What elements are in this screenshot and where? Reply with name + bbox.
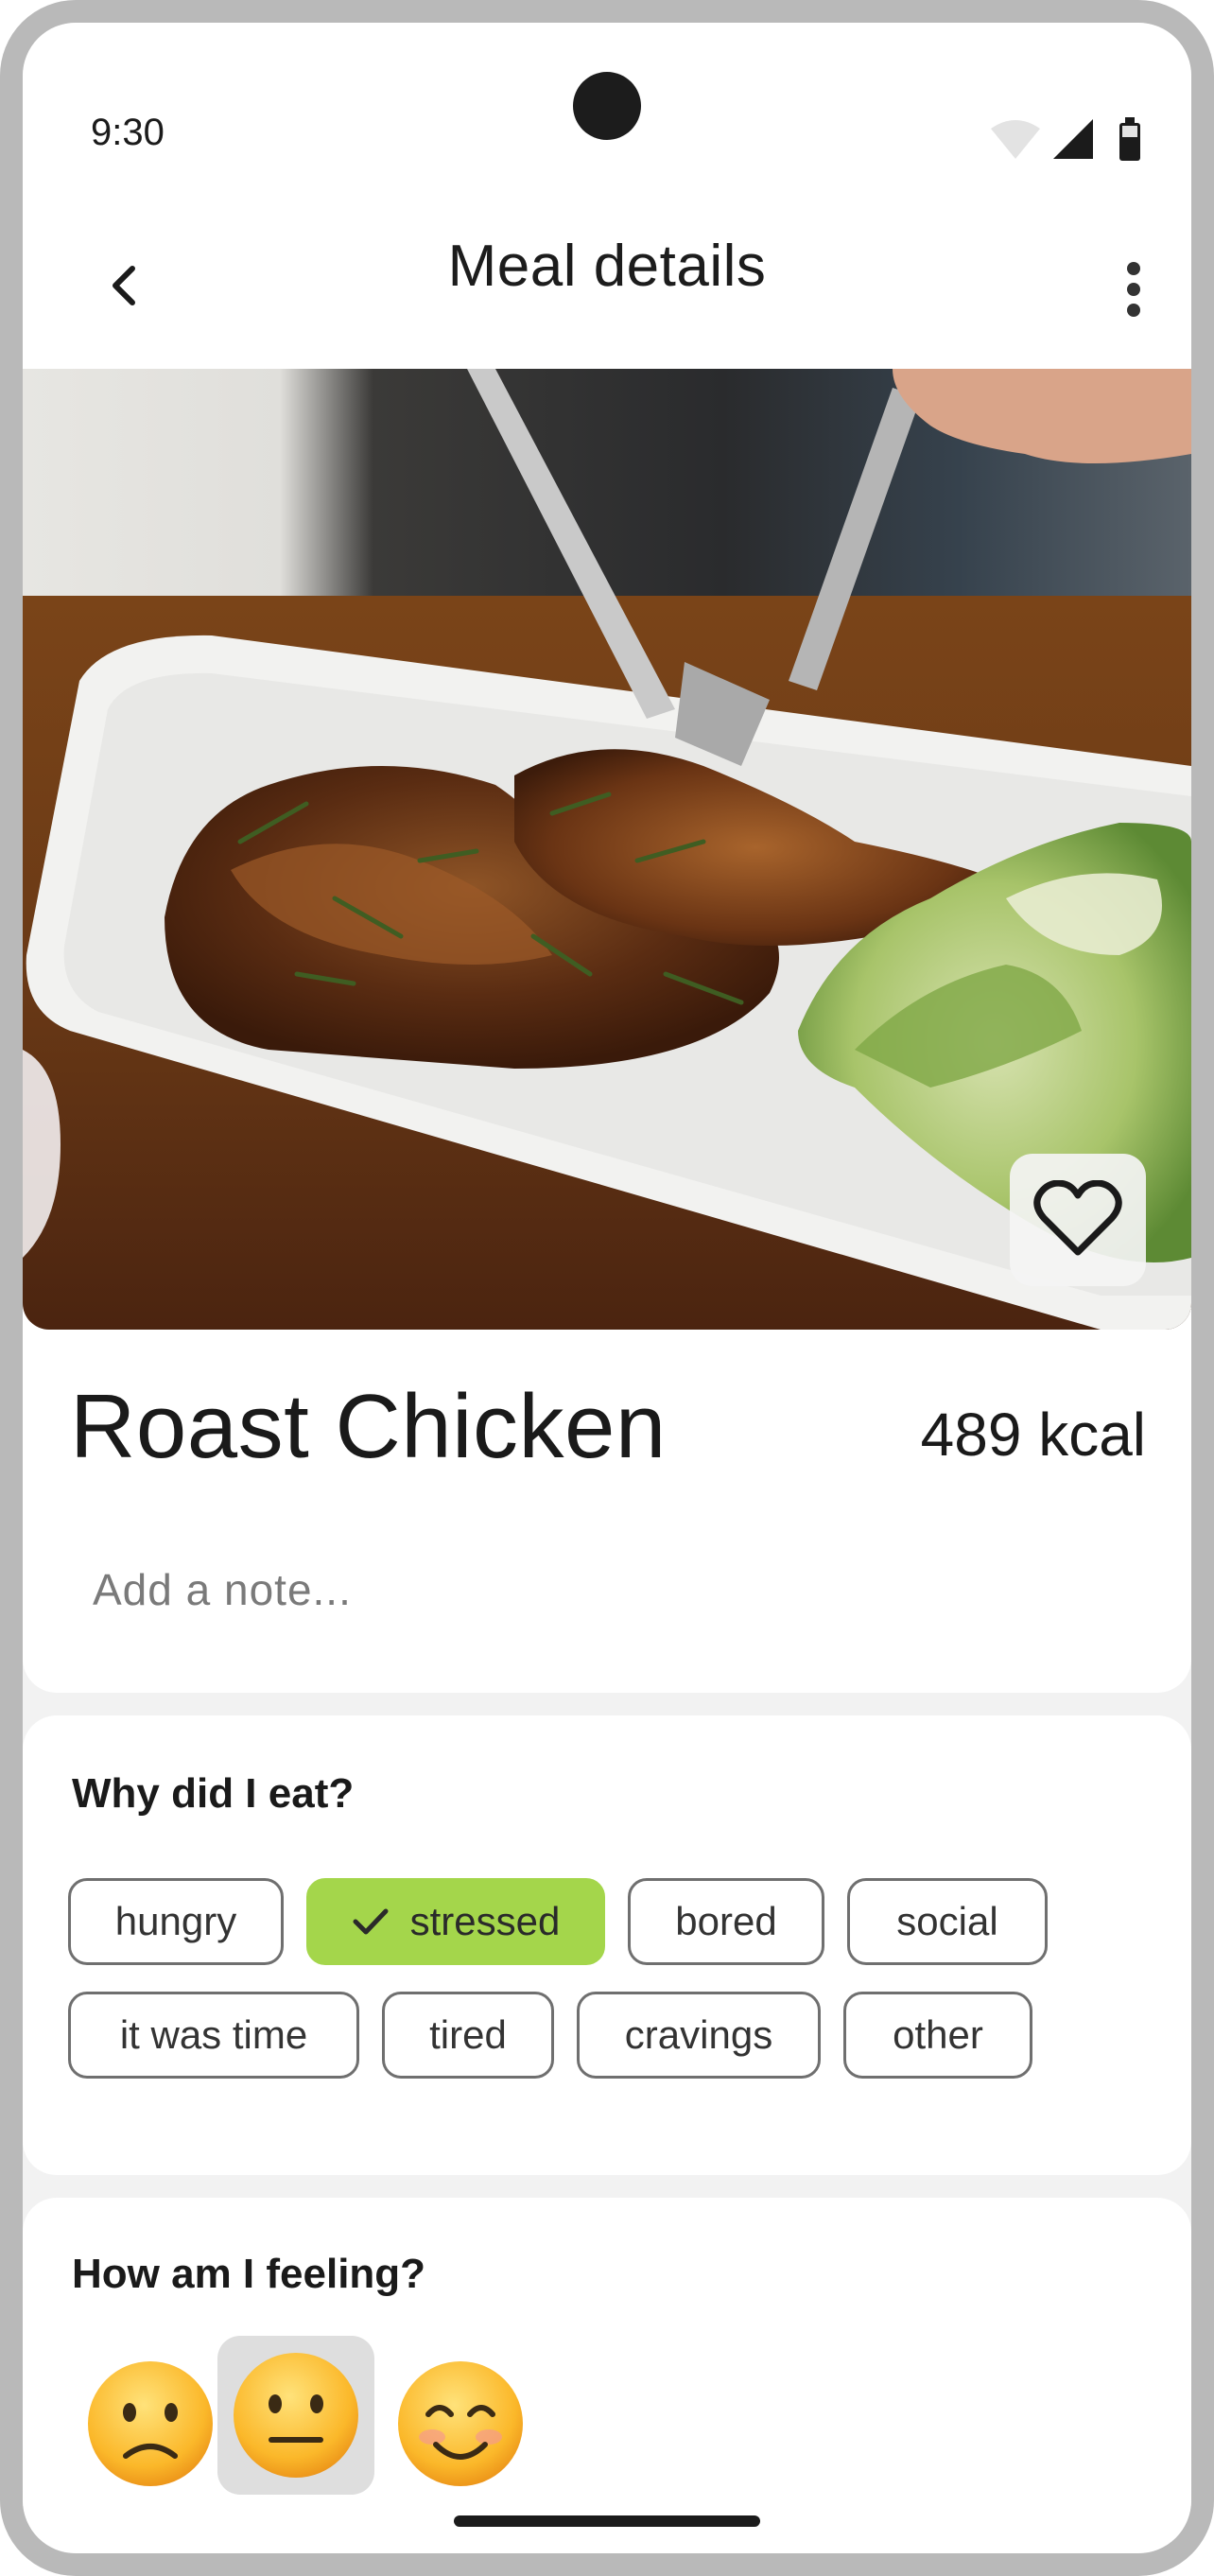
- status-icons: [991, 117, 1140, 161]
- wifi-icon: [991, 120, 1040, 159]
- battery-icon: [1119, 117, 1140, 161]
- chip-bored[interactable]: bored: [628, 1878, 824, 1965]
- status-bar: 9:30: [23, 23, 1191, 202]
- chip-label: tired: [429, 2012, 507, 2057]
- why-did-i-eat-card: Why did I eat? hungry stressed bored soc…: [23, 1715, 1191, 2175]
- status-time: 9:30: [91, 112, 165, 153]
- phone-frame: 9:30 Meal details Roast Chicken 489 kcal…: [0, 0, 1214, 2576]
- chip-label: it was time: [119, 2012, 308, 2057]
- more-vertical-icon: [1127, 262, 1140, 317]
- check-icon: [352, 1906, 390, 1937]
- smiling-face-icon: [398, 2361, 523, 2486]
- chip-label: hungry: [114, 1899, 237, 1943]
- why-section-title: Why did I eat?: [72, 1770, 355, 1817]
- mood-option-neutral[interactable]: [217, 2336, 374, 2495]
- favorite-button[interactable]: [1010, 1154, 1146, 1286]
- mood-option-sad[interactable]: [72, 2345, 229, 2502]
- chip-social[interactable]: social: [847, 1878, 1048, 1965]
- app-bar: Meal details: [23, 202, 1191, 369]
- chip-tired[interactable]: tired: [382, 1992, 554, 2079]
- note-input[interactable]: [91, 1551, 1125, 1628]
- chip-label: bored: [675, 1899, 777, 1943]
- mood-option-happy[interactable]: [382, 2345, 539, 2502]
- neutral-face-icon: [234, 2353, 358, 2478]
- how-am-i-feeling-card: How am I feeling?: [23, 2198, 1191, 2553]
- chip-label: cravings: [624, 2012, 773, 2057]
- slightly-frowning-face-icon: [88, 2361, 213, 2486]
- chip-it-was-time[interactable]: it was time: [68, 1992, 359, 2079]
- screen: 9:30 Meal details Roast Chicken 489 kcal…: [23, 23, 1191, 2553]
- front-camera: [573, 72, 641, 140]
- meal-name: Roast Chicken: [70, 1376, 667, 1477]
- chip-other[interactable]: other: [843, 1992, 1032, 2079]
- chip-label: other: [893, 2012, 983, 2057]
- meal-calories: 489 kcal: [920, 1401, 1146, 1469]
- chip-hungry[interactable]: hungry: [68, 1878, 284, 1965]
- feeling-section-title: How am I feeling?: [72, 2251, 426, 2297]
- signal-icon: [1053, 119, 1093, 159]
- meal-card: Roast Chicken 489 kcal: [23, 369, 1191, 1693]
- more-options-button[interactable]: [1091, 244, 1176, 335]
- home-indicator[interactable]: [454, 2515, 760, 2527]
- heart-outline-icon: [1033, 1180, 1122, 1256]
- chip-stressed[interactable]: stressed: [306, 1878, 605, 1965]
- page-title: Meal details: [447, 234, 767, 299]
- chip-cravings[interactable]: cravings: [577, 1992, 821, 2079]
- chip-label: stressed: [409, 1899, 561, 1943]
- chip-label: social: [896, 1899, 998, 1943]
